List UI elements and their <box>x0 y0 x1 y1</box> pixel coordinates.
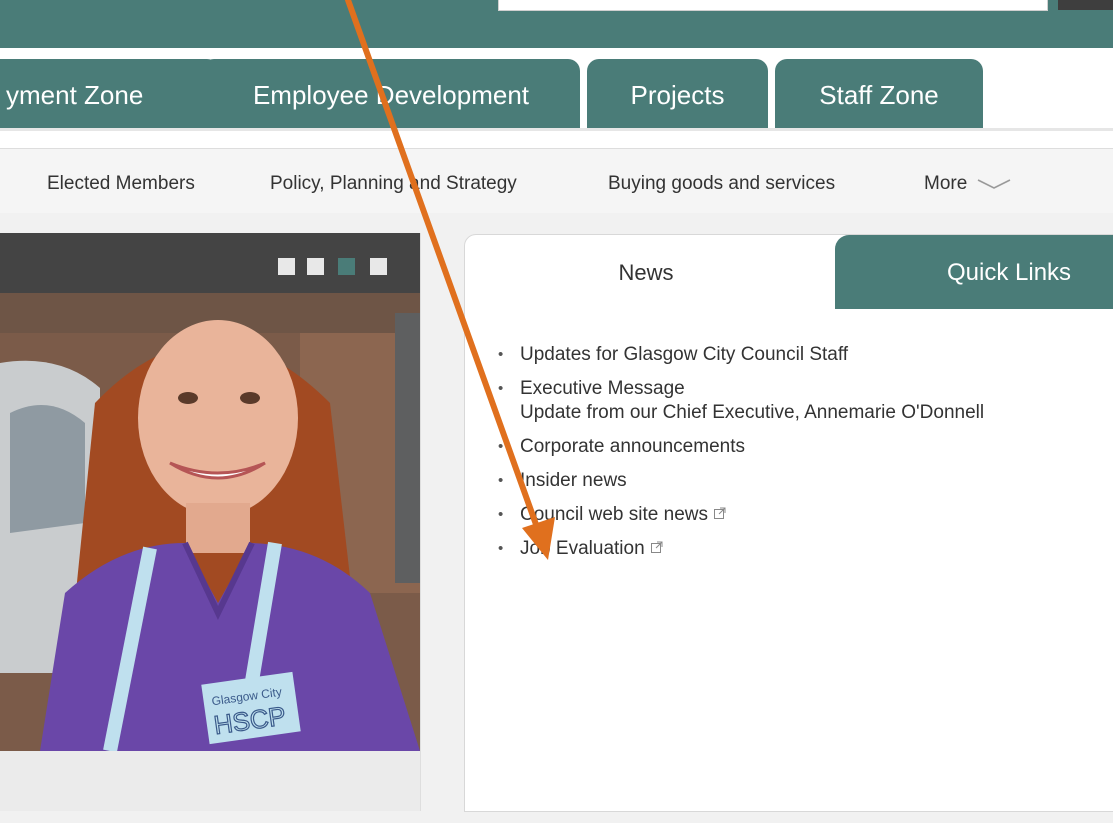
nav-elected-members[interactable]: Elected Members <box>47 149 195 213</box>
news-item[interactable]: Updates for Glasgow City Council Staff <box>498 343 984 367</box>
news-item-link[interactable]: Job Evaluation <box>520 538 645 559</box>
external-link-icon <box>713 507 726 519</box>
tab-label: Staff Zone <box>819 80 939 110</box>
news-list: Updates for Glasgow City Council Staff E… <box>498 343 984 571</box>
carousel-photo[interactable]: Glasgow City HSCP <box>0 293 420 751</box>
news-panel: Quick Links News Updates for Glasgow Cit… <box>464 234 1113 812</box>
tab-news-label: News <box>618 260 674 285</box>
carousel-controls <box>0 233 420 293</box>
nav-more-dropdown[interactable]: More <box>924 149 1011 213</box>
tab-label: Projects <box>630 80 725 110</box>
nav-buying-goods[interactable]: Buying goods and services <box>608 149 835 213</box>
main-tab-bar: yment Zone Employee Development Projects… <box>0 48 1113 132</box>
news-item[interactable]: Executive Message Update from our Chief E… <box>498 377 984 425</box>
tab-label: Employee Development <box>252 80 530 110</box>
tab-quick-links[interactable]: Quick Links <box>835 235 1113 309</box>
news-item-link[interactable]: Insider news <box>520 470 627 491</box>
carousel-dot-1[interactable] <box>278 258 295 275</box>
news-item-link[interactable]: Updates for Glasgow City Council Staff <box>520 344 848 365</box>
secondary-nav: Elected Members Policy, Planning and Str… <box>0 148 1113 214</box>
news-item-subtitle: Update from our Chief Executive, Annemar… <box>520 402 985 423</box>
chevron-down-icon <box>977 179 1011 189</box>
news-item[interactable]: Insider news <box>498 469 984 493</box>
tab-quick-links-label: Quick Links <box>947 259 1072 286</box>
carousel-dot-2[interactable] <box>307 258 324 275</box>
search-input[interactable] <box>498 0 1048 11</box>
news-item[interactable]: Job Evaluation <box>498 537 984 561</box>
carousel-dot-4[interactable] <box>370 258 387 275</box>
staff-photo: Glasgow City HSCP <box>0 293 420 751</box>
tab-label: yment Zone <box>6 80 144 110</box>
tab-news[interactable]: News <box>465 235 827 309</box>
news-item-link[interactable]: Council web site news <box>520 504 708 525</box>
external-link-icon <box>650 541 663 553</box>
nav-policy-planning-strategy[interactable]: Policy, Planning and Strategy <box>270 149 517 213</box>
header-bar <box>0 0 1113 48</box>
news-item-link[interactable]: Executive Message <box>520 378 685 399</box>
tab-employment-zone[interactable]: yment Zone <box>0 59 219 130</box>
nav-more-label: More <box>924 173 968 194</box>
carousel-dot-3[interactable] <box>338 258 355 275</box>
tab-staff-zone[interactable]: Staff Zone <box>775 59 983 130</box>
search-button[interactable] <box>1058 0 1113 10</box>
tab-employee-development[interactable]: Employee Development <box>202 59 580 130</box>
tab-projects[interactable]: Projects <box>587 59 768 130</box>
news-item[interactable]: Corporate announcements <box>498 435 984 459</box>
tab-baseline <box>0 128 1113 131</box>
news-item-link[interactable]: Corporate announcements <box>520 436 745 457</box>
news-item[interactable]: Council web site news <box>498 503 984 527</box>
image-carousel: Glasgow City HSCP <box>0 233 421 811</box>
